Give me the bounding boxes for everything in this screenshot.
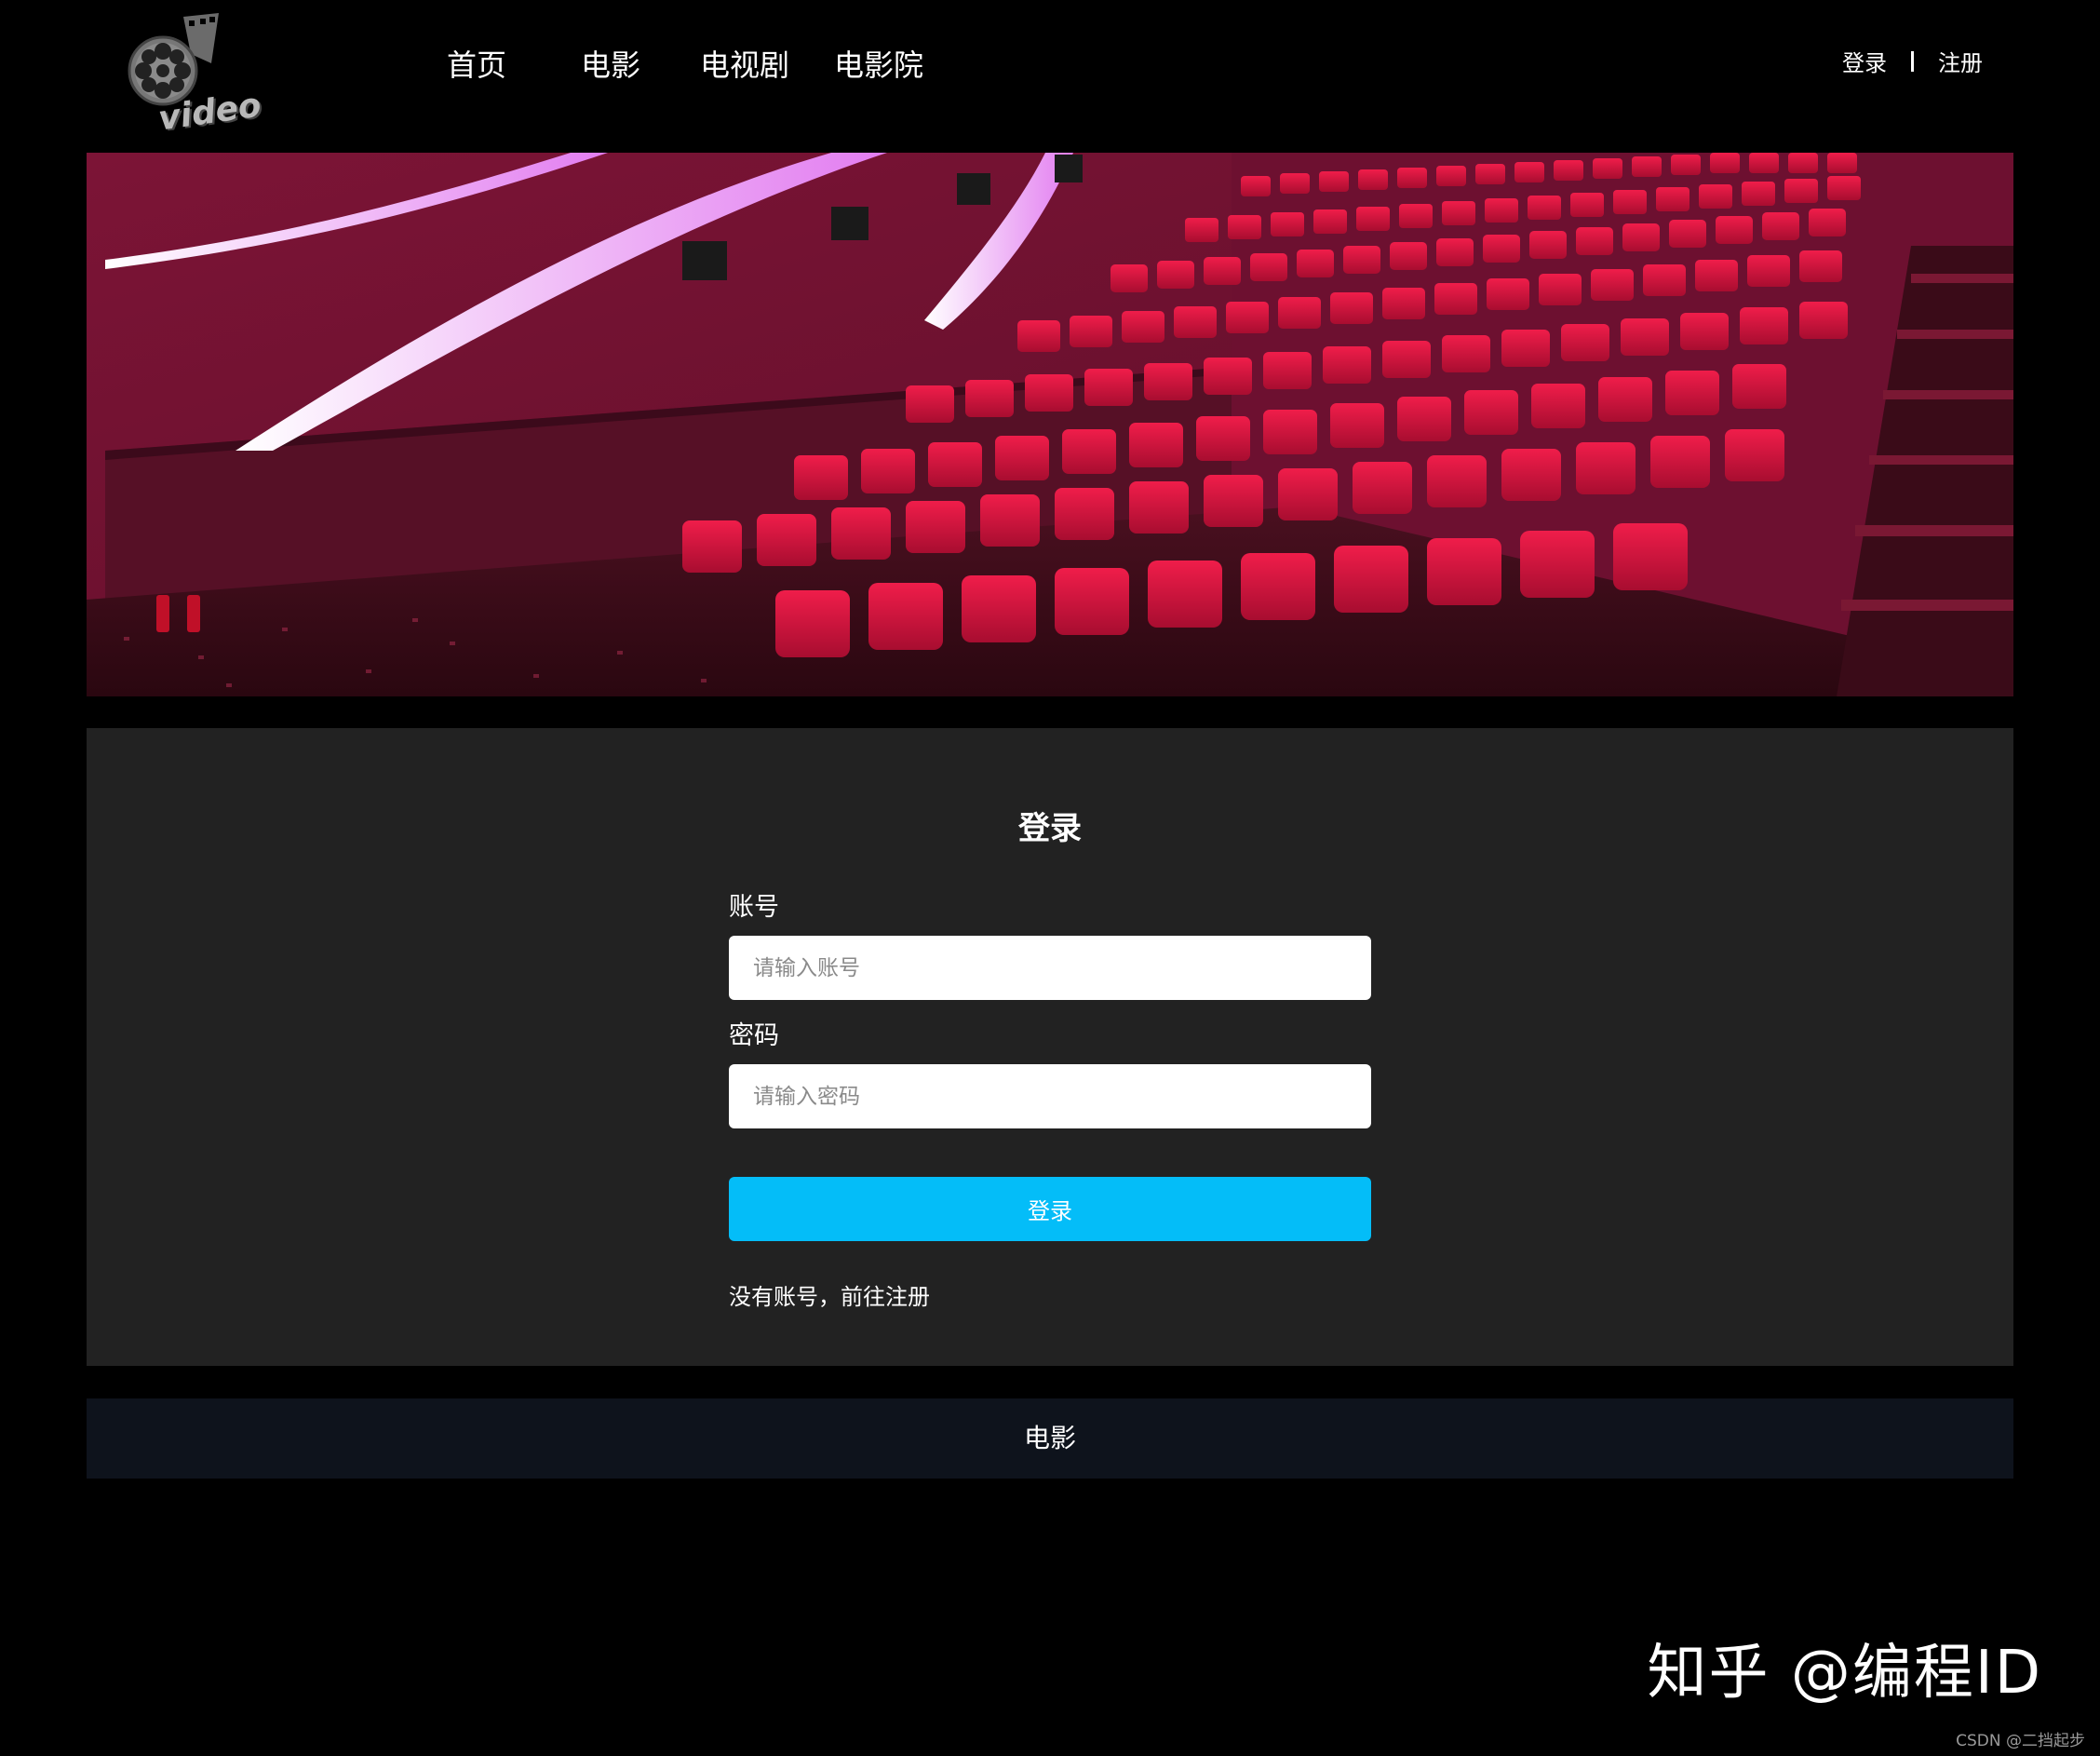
footer-bar: 电影 [87, 1398, 2013, 1479]
login-panel: 登录 账号 密码 登录 没有账号，前往注册 [87, 728, 2013, 1366]
password-input[interactable] [729, 1064, 1371, 1128]
divider [1911, 50, 1914, 72]
account-label: 账号 [729, 893, 779, 922]
main-nav: 首页 电影 电视剧 电影院 [410, 37, 946, 93]
nav-item-tv-series[interactable]: 电视剧 [678, 37, 812, 93]
header-login-link[interactable]: 登录 [1842, 45, 1887, 77]
login-form: 账号 密码 登录 没有账号，前往注册 [729, 891, 1371, 1311]
nav-item-home[interactable]: 首页 [410, 37, 544, 93]
header-register-link[interactable]: 注册 [1938, 45, 1983, 77]
auth-links: 登录 注册 [1842, 45, 1983, 77]
login-title: 登录 [1018, 810, 1082, 847]
password-label: 密码 [729, 1021, 779, 1050]
account-input[interactable] [729, 936, 1371, 1000]
cinema-banner-image [87, 153, 2013, 696]
nav-item-movies[interactable]: 电影 [544, 37, 678, 93]
zhihu-watermark: 知乎 @编程ID [1647, 1639, 2042, 1708]
page: video 首页 电影 电视剧 电影院 登录 注册 登录 账号 请输入账号 密码… [0, 0, 2100, 1756]
header: video 首页 电影 电视剧 电影院 登录 注册 [0, 0, 2100, 153]
login-submit-button[interactable]: 登录 [729, 1177, 1371, 1241]
go-register-link[interactable]: 没有账号，前往注册 [729, 1278, 930, 1311]
cinema-hall-illustration [87, 153, 2013, 696]
nav-item-cinemas[interactable]: 电影院 [812, 37, 946, 93]
csdn-watermark: CSDN @二挡起步 [1956, 1732, 2085, 1750]
